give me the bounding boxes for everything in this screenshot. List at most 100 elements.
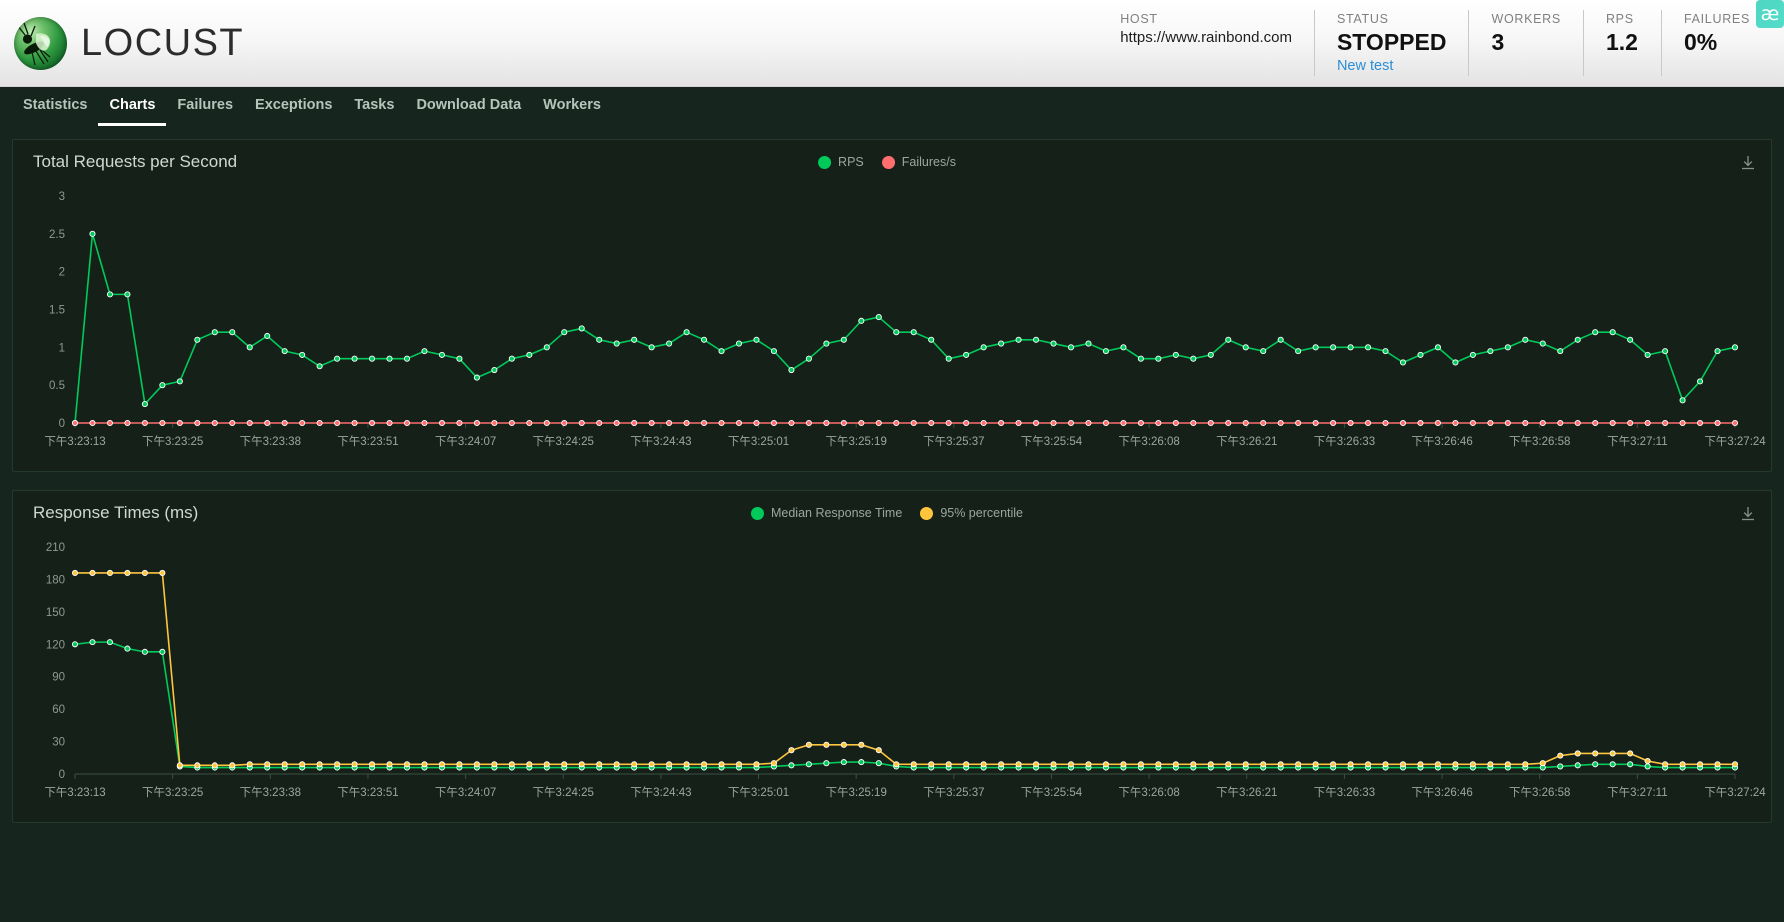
stat-rps: RPS 1.2 (1582, 10, 1661, 76)
stat-status-label: STATUS (1336, 12, 1389, 26)
svg-text:下午3:25:54: 下午3:25:54 (1021, 435, 1083, 448)
svg-text:下午3:24:43: 下午3:24:43 (630, 435, 691, 448)
locust-bug-logo-icon (14, 16, 67, 70)
svg-text:30: 30 (52, 737, 65, 749)
tab-exceptions[interactable]: Exceptions (244, 87, 343, 126)
brand-name: LOCUST (81, 21, 245, 64)
svg-text:210: 210 (46, 542, 65, 554)
svg-text:下午3:24:25: 下午3:24:25 (533, 435, 594, 448)
svg-text:2.5: 2.5 (49, 229, 65, 241)
stat-host-value: https://www.rainbond.com (1120, 29, 1292, 46)
svg-text:0: 0 (59, 418, 65, 430)
legend-label-failures: Failures/s (901, 155, 956, 169)
tab-failures[interactable]: Failures (166, 87, 244, 126)
stat-host: HOST https://www.rainbond.com (1098, 10, 1314, 76)
svg-text:下午3:23:38: 下午3:23:38 (240, 786, 301, 799)
svg-text:120: 120 (46, 639, 65, 651)
svg-text:下午3:26:08: 下午3:26:08 (1118, 786, 1179, 799)
svg-text:下午3:25:37: 下午3:25:37 (923, 435, 984, 448)
svg-text:2: 2 (59, 267, 65, 279)
chart-panel-rps: Total Requests per Second RPS Failures/s (12, 139, 1772, 472)
svg-text:下午3:24:07: 下午3:24:07 (435, 786, 496, 799)
chart-svg-response-times: 0 30 60 90 120 150 180 210 下午3:23:13 下午3:23:25 下午3… (44, 542, 1766, 799)
svg-text:下午3:25:54: 下午3:25:54 (1021, 786, 1083, 799)
download-chart-icon-rps[interactable] (1739, 154, 1757, 172)
svg-text:下午3:25:01: 下午3:25:01 (728, 786, 789, 799)
legend-dot-failures (881, 155, 895, 169)
header-stats: HOST https://www.rainbond.com STATUS STO… (1098, 10, 1772, 76)
stat-failures-label: FAILURES (1683, 12, 1750, 26)
svg-text:下午3:23:51: 下午3:23:51 (337, 435, 398, 448)
svg-text:下午3:24:25: 下午3:24:25 (533, 786, 594, 799)
legend-item-failures[interactable]: Failures/s (881, 155, 956, 169)
stat-host-label: HOST (1120, 12, 1158, 26)
svg-text:180: 180 (46, 574, 65, 586)
chart-legend-response-times: Median Response Time 95% percentile (750, 506, 1033, 520)
chart-legend-rps: RPS Failures/s (818, 155, 966, 169)
svg-text:下午3:23:25: 下午3:23:25 (142, 435, 203, 448)
svg-text:下午3:27:11: 下午3:27:11 (1607, 786, 1668, 799)
svg-text:下午3:26:21: 下午3:26:21 (1216, 786, 1277, 799)
svg-text:60: 60 (52, 704, 65, 716)
brand: LOCUST (0, 16, 245, 70)
app-header: LOCUST HOST https://www.rainbond.com STA… (0, 0, 1784, 87)
svg-text:下午3:23:13: 下午3:23:13 (44, 786, 105, 799)
download-chart-icon-response-times[interactable] (1739, 505, 1757, 523)
legend-dot-median (750, 506, 764, 520)
chart-svg-rps: 0 0.5 1 1.5 2 2.5 3 下午3:23:13 下午3:23:25 下午3:23:38… (44, 191, 1766, 448)
chart-header-rps: Total Requests per Second RPS Failures/s (13, 140, 1771, 186)
tab-download-data[interactable]: Download Data (405, 87, 532, 126)
stat-status-value: STOPPED (1336, 29, 1447, 55)
stat-failures-value: 0% (1683, 29, 1718, 55)
svg-text:下午3:27:24: 下午3:27:24 (1704, 786, 1766, 799)
svg-text:下午3:26:33: 下午3:26:33 (1314, 435, 1375, 448)
stat-rps-label: RPS (1605, 12, 1634, 26)
chart-plot-rps[interactable]: 0 0.5 1 1.5 2 2.5 3 下午3:23:13 下午3:23:25 下午3:23:38… (13, 186, 1771, 471)
browser-extension-badge-icon[interactable]: æ (1756, 0, 1784, 28)
svg-text:1.5: 1.5 (49, 305, 65, 317)
legend-item-percentile[interactable]: 95% percentile (920, 506, 1023, 520)
stat-status: STATUS STOPPED New test (1313, 10, 1469, 76)
tab-statistics[interactable]: Statistics (12, 87, 98, 126)
svg-text:下午3:23:38: 下午3:23:38 (240, 435, 301, 448)
svg-text:下午3:26:58: 下午3:26:58 (1509, 786, 1570, 799)
svg-text:1: 1 (59, 342, 65, 354)
legend-label-percentile: 95% percentile (940, 506, 1024, 520)
legend-label-median: Median Response Time (770, 506, 903, 520)
svg-text:下午3:26:33: 下午3:26:33 (1314, 786, 1375, 799)
tab-workers[interactable]: Workers (532, 87, 612, 126)
charts-content: Total Requests per Second RPS Failures/s (0, 127, 1784, 823)
svg-text:90: 90 (52, 672, 65, 684)
svg-text:下午3:25:01: 下午3:25:01 (728, 435, 789, 448)
svg-text:下午3:26:46: 下午3:26:46 (1411, 786, 1472, 799)
svg-text:下午3:26:46: 下午3:26:46 (1411, 435, 1472, 448)
svg-text:下午3:23:25: 下午3:23:25 (142, 786, 203, 799)
legend-dot-rps (818, 155, 832, 169)
stat-workers: WORKERS 3 (1468, 10, 1583, 76)
legend-item-median[interactable]: Median Response Time (750, 506, 903, 520)
svg-text:3: 3 (59, 191, 65, 203)
tab-charts[interactable]: Charts (98, 87, 167, 126)
chart-plot-response-times[interactable]: 0 30 60 90 120 150 180 210 下午3:23:13 下午3:23:25 下午3… (13, 537, 1771, 822)
svg-text:下午3:23:51: 下午3:23:51 (337, 786, 398, 799)
legend-dot-percentile (920, 506, 934, 520)
svg-text:下午3:25:37: 下午3:25:37 (923, 786, 984, 799)
svg-text:下午3:26:21: 下午3:26:21 (1216, 435, 1277, 448)
stat-rps-value: 1.2 (1605, 29, 1638, 55)
legend-item-rps[interactable]: RPS (818, 155, 864, 169)
svg-text:下午3:27:24: 下午3:27:24 (1704, 435, 1766, 448)
chart-panel-response-times: Response Times (ms) Median Response Time… (12, 490, 1772, 823)
chart-title-rps: Total Requests per Second (33, 152, 238, 171)
chart-header-response-times: Response Times (ms) Median Response Time… (13, 491, 1771, 537)
svg-text:0.5: 0.5 (49, 380, 65, 392)
svg-text:下午3:27:11: 下午3:27:11 (1607, 435, 1668, 448)
svg-text:150: 150 (46, 607, 65, 619)
stat-workers-label: WORKERS (1491, 12, 1561, 26)
legend-label-rps: RPS (838, 155, 864, 169)
svg-text:下午3:26:58: 下午3:26:58 (1509, 435, 1570, 448)
svg-text:下午3:24:43: 下午3:24:43 (630, 786, 691, 799)
svg-text:下午3:26:08: 下午3:26:08 (1118, 435, 1179, 448)
new-test-link[interactable]: New test (1337, 56, 1447, 76)
tab-tasks[interactable]: Tasks (343, 87, 405, 126)
chart-title-response-times: Response Times (ms) (33, 503, 199, 522)
